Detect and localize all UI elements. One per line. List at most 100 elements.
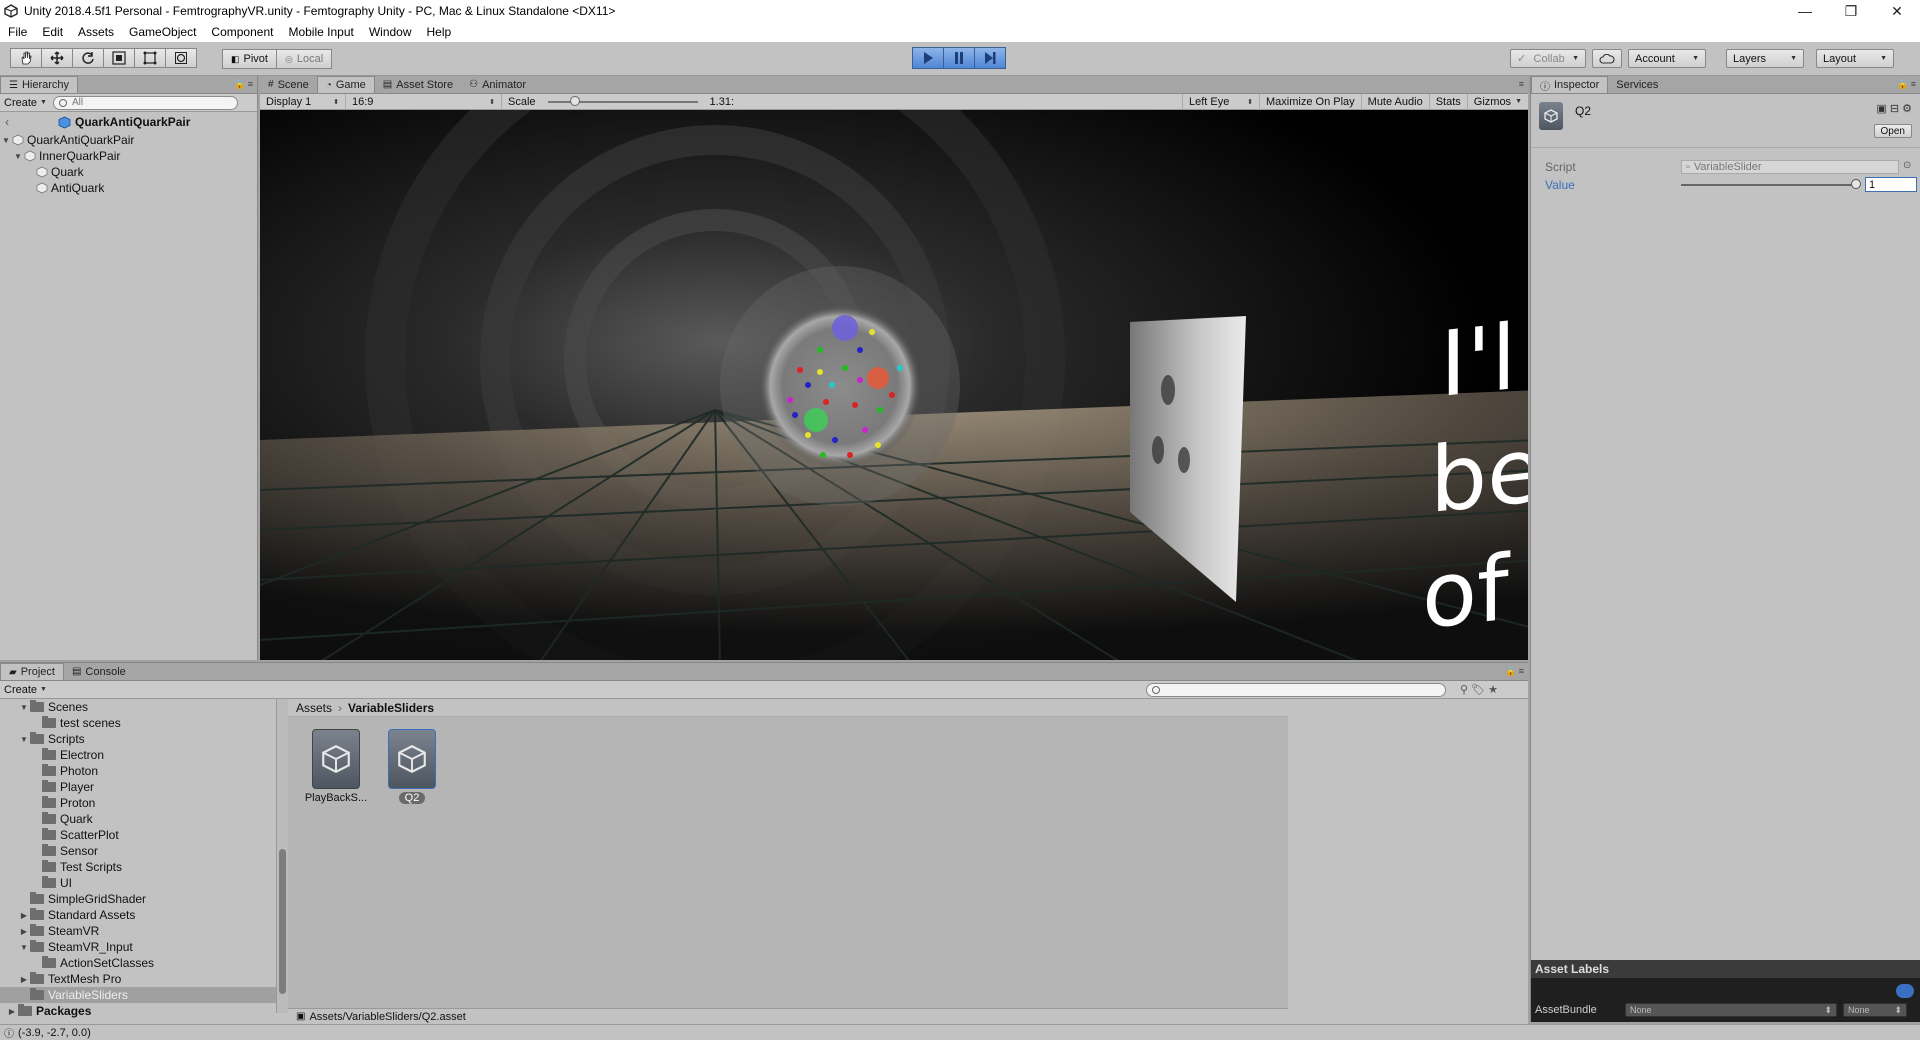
- hierarchy-item[interactable]: AntiQuark: [0, 180, 257, 196]
- expand-triangle-icon[interactable]: ▼: [0, 136, 12, 145]
- tab-hierarchy[interactable]: ☰ Hierarchy: [0, 76, 79, 93]
- scale-slider[interactable]: [547, 95, 698, 106]
- asset-bundle-variant-dropdown[interactable]: None ⬍: [1843, 1003, 1907, 1017]
- eye-dropdown[interactable]: Left Eye ⬍: [1182, 93, 1261, 110]
- menu-assets[interactable]: Assets: [70, 25, 121, 39]
- aspect-dropdown[interactable]: 16:9 ⬍: [346, 93, 502, 110]
- game-view-render[interactable]: I'l be of: [260, 110, 1528, 660]
- collapse-triangle-icon[interactable]: ▶: [18, 911, 30, 920]
- filter-by-label-icon[interactable]: 🏷: [1471, 684, 1485, 696]
- gear-icon[interactable]: ⚙: [1902, 103, 1912, 115]
- hierarchy-search-input[interactable]: All: [52, 95, 238, 110]
- rect-tool-button[interactable]: [134, 48, 166, 68]
- project-tree-item[interactable]: Photon: [0, 763, 276, 779]
- project-tree-item[interactable]: SimpleGridShader: [0, 891, 276, 907]
- tab-scene[interactable]: # Scene: [260, 76, 317, 93]
- tab-animator[interactable]: ⚇ Animator: [461, 76, 534, 93]
- step-button[interactable]: [974, 47, 1006, 69]
- project-tree-item[interactable]: ▼ Scenes: [0, 699, 276, 715]
- asset-bundle-dropdown[interactable]: None ⬍: [1625, 1003, 1837, 1017]
- value-slider-thumb[interactable]: [1851, 179, 1861, 189]
- move-tool-button[interactable]: [41, 48, 73, 68]
- project-tree-item[interactable]: ▼ SteamVR_Input: [0, 939, 276, 955]
- open-button[interactable]: Open: [1873, 124, 1912, 138]
- filter-by-type-icon[interactable]: ⚲: [1460, 684, 1468, 696]
- tab-inspector[interactable]: ⓘ Inspector: [1531, 76, 1609, 93]
- collapse-triangle-icon[interactable]: ▶: [18, 927, 30, 936]
- hierarchy-item[interactable]: ▼ InnerQuarkPair: [0, 148, 257, 164]
- menu-file[interactable]: File: [0, 25, 34, 39]
- project-tree-item[interactable]: UI: [0, 875, 276, 891]
- project-tree-item[interactable]: Electron: [0, 747, 276, 763]
- menu-gameobject[interactable]: GameObject: [121, 25, 203, 39]
- minimize-button[interactable]: —: [1782, 0, 1828, 22]
- project-tree-item[interactable]: ActionSetClasses: [0, 955, 276, 971]
- menu-component[interactable]: Component: [203, 25, 280, 39]
- stats-toggle[interactable]: Stats: [1430, 93, 1468, 110]
- scene-header[interactable]: ‹ QuarkAntiQuarkPair: [0, 112, 257, 132]
- collab-dropdown[interactable]: ✓ Collab ▼: [1510, 49, 1586, 68]
- project-create-button[interactable]: Create ▼: [4, 684, 47, 696]
- project-tree-scrollbar[interactable]: [276, 699, 288, 1013]
- tab-console[interactable]: ▤ Console: [64, 663, 134, 680]
- preset-sliders-icon[interactable]: ⊟: [1890, 103, 1899, 115]
- pivot-toggle[interactable]: ◧ Pivot: [222, 49, 277, 69]
- menu-window[interactable]: Window: [361, 25, 419, 39]
- object-picker-icon[interactable]: ⊙: [1903, 160, 1911, 171]
- menu-help[interactable]: Help: [419, 25, 459, 39]
- project-tree-item[interactable]: ▼ Scripts: [0, 731, 276, 747]
- hierarchy-create-button[interactable]: Create ▼: [4, 97, 47, 109]
- project-tree-item[interactable]: ▶ Standard Assets: [0, 907, 276, 923]
- menu-edit[interactable]: Edit: [34, 25, 70, 39]
- rotate-tool-button[interactable]: [72, 48, 104, 68]
- scrollbar-thumb[interactable]: [279, 849, 286, 994]
- breadcrumb-variablesliders[interactable]: VariableSliders: [348, 701, 434, 715]
- tab-project[interactable]: ▰ Project: [0, 663, 64, 680]
- panel-menu-icon[interactable]: 🔒 ≡: [1897, 79, 1916, 90]
- close-button[interactable]: ✕: [1874, 0, 1920, 22]
- hierarchy-item[interactable]: ▼ QuarkAntiQuarkPair: [0, 132, 257, 148]
- tab-services[interactable]: Services: [1608, 76, 1666, 93]
- maximize-on-play-toggle[interactable]: Maximize On Play: [1260, 93, 1362, 110]
- collapse-triangle-icon[interactable]: ▶: [6, 1007, 18, 1016]
- expand-triangle-icon[interactable]: ▼: [18, 703, 30, 712]
- project-tree-item[interactable]: Player: [0, 779, 276, 795]
- back-arrow-icon[interactable]: ‹: [5, 115, 9, 129]
- project-tree-item[interactable]: Test Scripts: [0, 859, 276, 875]
- pause-button[interactable]: [943, 47, 975, 69]
- value-slider-track[interactable]: [1681, 184, 1857, 186]
- panel-menu-icon[interactable]: ≡: [1519, 79, 1524, 89]
- project-tree-item[interactable]: ScatterPlot: [0, 827, 276, 843]
- scale-slider-thumb[interactable]: [569, 95, 580, 106]
- project-tree-item[interactable]: Quark: [0, 811, 276, 827]
- help-book-icon[interactable]: ▣: [1876, 103, 1886, 115]
- layers-dropdown[interactable]: Layers ▼: [1726, 49, 1804, 68]
- mute-audio-toggle[interactable]: Mute Audio: [1362, 93, 1430, 110]
- project-tree-item[interactable]: Proton: [0, 795, 276, 811]
- local-toggle[interactable]: ◎ Local: [275, 49, 333, 69]
- hand-tool-button[interactable]: [10, 48, 42, 68]
- display-dropdown[interactable]: Display 1 ⬍: [260, 93, 346, 110]
- restore-button[interactable]: ❐: [1828, 0, 1874, 22]
- value-input[interactable]: 1: [1865, 177, 1917, 192]
- panel-menu-icon[interactable]: 🔒 ≡: [1505, 666, 1524, 677]
- gizmos-dropdown[interactable]: Gizmos ▼: [1468, 94, 1528, 110]
- menu-mobile-input[interactable]: Mobile Input: [280, 25, 360, 39]
- favorite-star-icon[interactable]: ★: [1488, 684, 1498, 696]
- asset-item-playback[interactable]: PlayBackS...: [298, 729, 374, 804]
- breadcrumb-assets[interactable]: Assets: [296, 701, 332, 715]
- project-tree-item[interactable]: VariableSliders: [0, 987, 276, 1003]
- project-tree-item[interactable]: ▶ TextMesh Pro: [0, 971, 276, 987]
- layout-dropdown[interactable]: Layout ▼: [1816, 49, 1894, 68]
- account-dropdown[interactable]: Account ▼: [1628, 49, 1706, 68]
- play-button[interactable]: [912, 47, 944, 69]
- tab-asset-store[interactable]: ▤ Asset Store: [375, 76, 461, 93]
- hierarchy-item[interactable]: Quark: [0, 164, 257, 180]
- collapse-triangle-icon[interactable]: ▶: [18, 975, 30, 984]
- asset-item-q2[interactable]: Q2: [374, 729, 450, 804]
- project-tree-item[interactable]: test scenes: [0, 715, 276, 731]
- tag-icon[interactable]: [1896, 984, 1914, 998]
- tab-game[interactable]: ◔ Game: [316, 76, 375, 93]
- project-tree-item[interactable]: Sensor: [0, 843, 276, 859]
- scale-tool-button[interactable]: [103, 48, 135, 68]
